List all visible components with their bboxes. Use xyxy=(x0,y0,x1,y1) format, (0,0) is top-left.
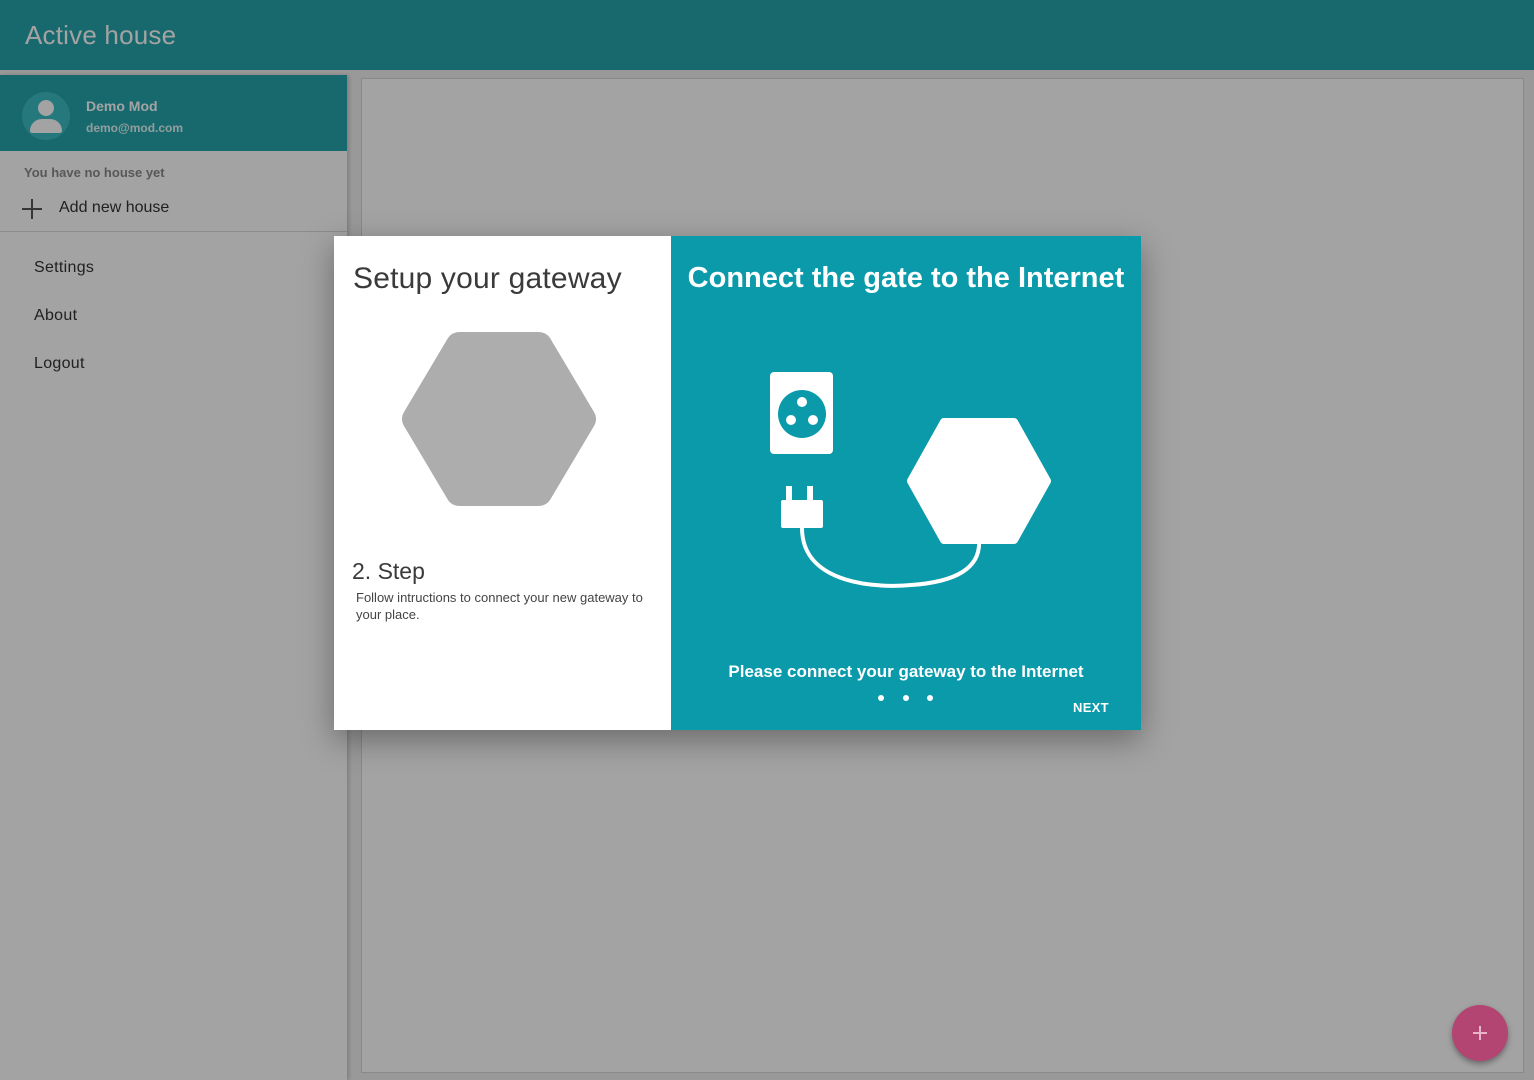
power-socket-icon xyxy=(770,372,833,454)
hexagon-gateway-icon xyxy=(907,418,1051,544)
connect-title: Connect the gate to the Internet xyxy=(687,262,1125,294)
add-fab-button[interactable] xyxy=(1452,1005,1508,1061)
power-plug-icon xyxy=(781,486,823,528)
dialog-title: Setup your gateway xyxy=(353,262,622,295)
pager-dots xyxy=(871,695,941,703)
dialog-info-panel: Setup your gateway 2. Step Follow intruc… xyxy=(334,236,671,730)
step-description: Follow intructions to connect your new g… xyxy=(356,590,643,622)
connection-illustration xyxy=(770,372,1051,588)
pager-dot[interactable] xyxy=(903,695,909,701)
step-title: 2. Step xyxy=(352,558,425,584)
connect-message: Please connect your gateway to the Inter… xyxy=(728,662,1084,681)
plus-icon xyxy=(1473,1026,1487,1040)
pager-dot[interactable] xyxy=(927,695,933,701)
dialog-instruction-panel: Connect the gate to the Internet Please … xyxy=(671,236,1141,730)
setup-gateway-dialog: Setup your gateway 2. Step Follow intruc… xyxy=(334,236,1141,730)
hexagon-gateway-icon xyxy=(402,332,596,506)
next-button[interactable]: NEXT xyxy=(1069,698,1113,717)
pager-dot[interactable] xyxy=(878,695,884,701)
